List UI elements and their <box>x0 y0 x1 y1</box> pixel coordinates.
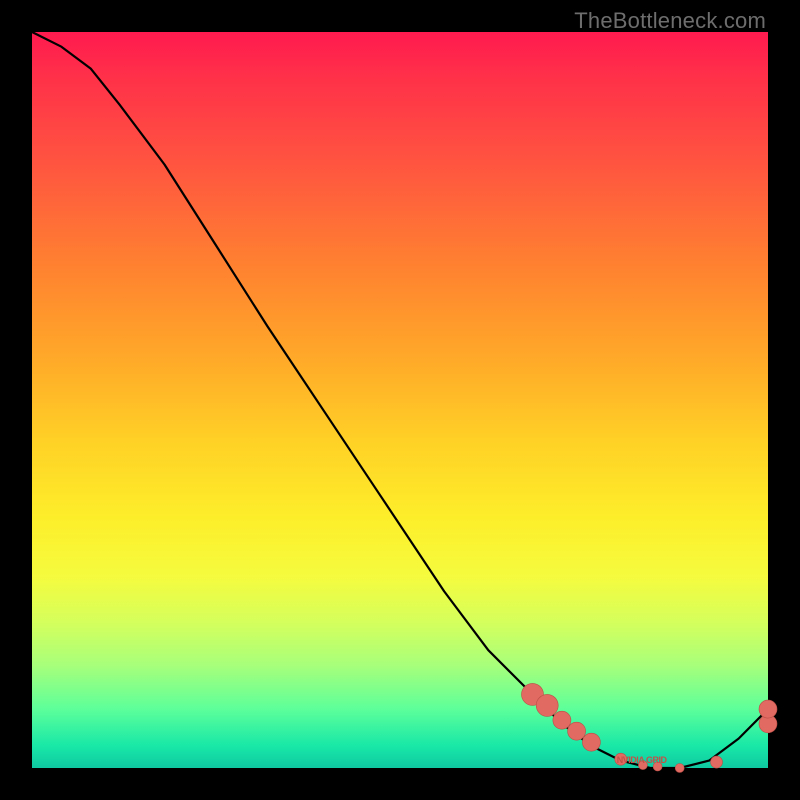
gpu-marker <box>582 733 600 751</box>
chart-stage: TheBottleneck.com NVIDIA GRID <box>0 0 800 800</box>
gpu-marker <box>711 756 723 768</box>
watermark-text: TheBottleneck.com <box>574 8 766 34</box>
gpu-marker <box>536 694 558 716</box>
gpu-marker <box>675 764 684 773</box>
gpu-marker <box>759 700 777 718</box>
curve-svg <box>32 32 768 768</box>
gpu-marker <box>553 711 571 729</box>
bottleneck-curve <box>32 32 768 768</box>
gpu-label: NVIDIA GRID <box>617 755 667 765</box>
plot-area: NVIDIA GRID <box>32 32 768 768</box>
gpu-marker <box>568 722 586 740</box>
